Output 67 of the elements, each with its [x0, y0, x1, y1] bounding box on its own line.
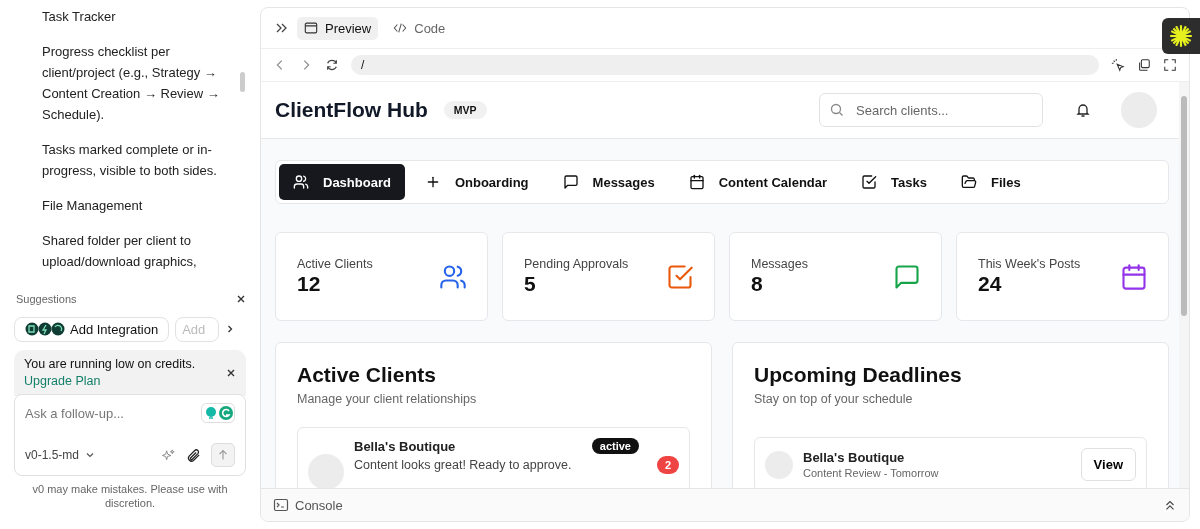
- client-message: Content looks great! Ready to approve.: [354, 458, 572, 472]
- bell-icon[interactable]: [1075, 102, 1091, 118]
- upgrade-link[interactable]: Upgrade Plan: [24, 373, 101, 390]
- chevron-down-icon: [85, 450, 96, 460]
- unread-count: 2: [656, 456, 679, 474]
- stat-label: Messages: [751, 257, 809, 271]
- speech-bubble-icon: [562, 174, 579, 190]
- nav-tab[interactable]: Files: [947, 164, 1035, 200]
- users-icon: [293, 174, 309, 190]
- close-icon[interactable]: [236, 294, 246, 304]
- nav-tab[interactable]: Onboarding: [410, 164, 543, 200]
- console-label[interactable]: Console: [295, 497, 343, 513]
- nav-tab[interactable]: Content Calendar: [674, 164, 842, 200]
- preview-tab[interactable]: Code: [386, 16, 453, 40]
- calendar-icon: [688, 174, 705, 190]
- stat-label: This Week's Posts: [978, 257, 1082, 271]
- search-field[interactable]: Search clients...: [819, 93, 1043, 127]
- extension-icons[interactable]: [201, 403, 235, 423]
- search-icon: [829, 102, 845, 118]
- chat-paragraph: Task Tracker: [42, 8, 117, 26]
- stat-label: Pending Approvals: [524, 257, 630, 271]
- cursor-click-icon[interactable]: [1111, 58, 1125, 72]
- card-subtitle: Stay on top of your schedule: [754, 392, 914, 406]
- model-selector[interactable]: v0-1.5-md: [25, 448, 96, 462]
- chat-paragraph: Shared folder per client to upload/download graphics,: [42, 232, 198, 271]
- stat-value: 8: [751, 272, 764, 296]
- close-icon[interactable]: [226, 368, 236, 378]
- stat-value: 5: [524, 272, 537, 296]
- nav-tab[interactable]: Tasks: [847, 164, 941, 200]
- chat-paragraph: Tasks marked complete or in-progress, visible to both sides.: [42, 141, 218, 180]
- chat-paragraph: File Management: [42, 197, 144, 215]
- refresh-icon[interactable]: [325, 58, 339, 72]
- deadline-detail: Content Review - Tomorrow: [803, 467, 939, 479]
- chevrons-up-icon[interactable]: [1163, 498, 1177, 512]
- stat-label: Active Clients: [297, 257, 374, 271]
- view-button[interactable]: View: [1080, 448, 1136, 481]
- folder-icon: [961, 174, 977, 190]
- mvp-badge: MVP: [443, 101, 487, 119]
- deadline-client: Bella's Boutique: [803, 450, 906, 465]
- paperclip-icon[interactable]: [186, 447, 201, 463]
- suggestions-title: Suggestions: [16, 293, 78, 305]
- card-title: Active Clients: [297, 363, 437, 387]
- stat-value: 12: [297, 272, 322, 296]
- card-subtitle: Manage your client relationships: [297, 392, 478, 406]
- nav-tab[interactable]: Dashboard: [279, 164, 405, 200]
- card-title: Upcoming Deadlines: [754, 363, 963, 387]
- sparkle-icon[interactable]: [161, 447, 176, 463]
- disclaimer-text: v0 may make mistakes. Please use with discretion.: [31, 482, 229, 510]
- status-badge: active: [591, 438, 639, 454]
- fullscreen-icon[interactable]: [1163, 58, 1177, 72]
- copy-icon[interactable]: [1137, 58, 1151, 72]
- client-name: Bella's Boutique: [354, 438, 456, 454]
- browser-window-icon: [304, 21, 318, 35]
- app-title: ClientFlow Hub: [275, 98, 428, 122]
- nav-tab[interactable]: Messages: [548, 164, 669, 200]
- arrow-up-icon: [216, 448, 230, 462]
- code-icon: [393, 21, 408, 35]
- integration-logos-icon: [25, 322, 65, 336]
- preview-tab[interactable]: Preview: [297, 16, 379, 40]
- chat-paragraph: Progress checklist per client/project (e.g., Strategy → Content Creation → Review → Schedule).: [42, 43, 221, 124]
- asterisk-widget-icon[interactable]: [1162, 18, 1200, 54]
- checkbox-icon: [861, 174, 878, 190]
- suggestion-chip[interactable]: Add Integration: [14, 316, 170, 342]
- address-field[interactable]: /: [351, 55, 1099, 75]
- terminal-icon[interactable]: [273, 497, 289, 513]
- credits-message: You are running low on credits.: [24, 356, 197, 373]
- stat-value: 24: [978, 272, 1003, 296]
